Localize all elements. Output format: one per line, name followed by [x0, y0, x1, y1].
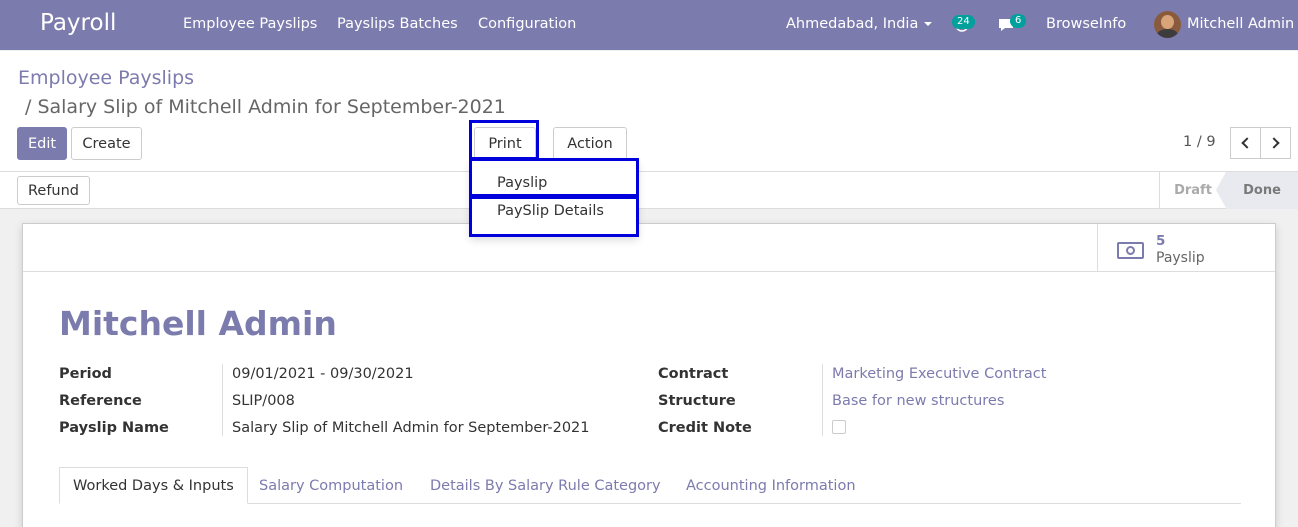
refund-button[interactable]: Refund — [17, 176, 90, 205]
user-avatar[interactable] — [1154, 11, 1181, 38]
message-count-badge: 6 — [1010, 14, 1027, 28]
user-name[interactable]: Mitchell Admin — [1187, 16, 1294, 32]
chevron-right-icon — [1268, 137, 1280, 149]
structure-label: Structure — [658, 393, 736, 409]
period-label: Period — [59, 366, 112, 382]
print-menu-item-payslip-details[interactable]: PaySlip Details — [497, 203, 604, 219]
form-sheet: 5 Payslip Mitchell Admin Period Referenc… — [22, 223, 1276, 527]
company-name: Ahmedabad, India — [786, 16, 919, 32]
activity-count-badge: 24 — [952, 15, 975, 29]
chevron-left-icon — [1241, 137, 1253, 149]
button-box: 5 Payslip — [23, 224, 1275, 272]
divider — [222, 364, 223, 436]
status-done: Done — [1216, 172, 1298, 209]
payslip-name-value: Salary Slip of Mitchell Admin for Septem… — [232, 420, 590, 436]
caret-down-icon — [924, 22, 933, 26]
pager-value[interactable]: 1 / 9 — [1183, 134, 1216, 150]
contract-label: Contract — [658, 366, 729, 382]
payslip-count: 5 — [1156, 233, 1166, 249]
action-button[interactable]: Action — [553, 127, 627, 160]
print-dropdown-menu: Payslip PaySlip Details — [470, 160, 638, 236]
period-value: 09/01/2021 - 09/30/2021 — [232, 366, 414, 382]
form-tabs: Worked Days & Inputs Salary Computation … — [59, 467, 1241, 504]
divider — [822, 364, 823, 436]
structure-link[interactable]: Base for new structures — [832, 393, 1004, 409]
browseinfo-link[interactable]: BrowseInfo — [1046, 16, 1126, 32]
breadcrumb-current: / Salary Slip of Mitchell Admin for Sept… — [25, 96, 506, 118]
create-button[interactable]: Create — [71, 127, 142, 160]
pager-next-button[interactable] — [1260, 127, 1291, 159]
reference-value: SLIP/008 — [232, 393, 295, 409]
tab-worked-days-inputs[interactable]: Worked Days & Inputs — [59, 467, 248, 504]
app-name[interactable]: Payroll — [40, 10, 116, 36]
credit-note-label: Credit Note — [658, 420, 752, 436]
payslip-count-button[interactable]: 5 Payslip — [1097, 224, 1275, 272]
company-switcher[interactable]: Ahmedabad, India — [786, 16, 933, 32]
payslip-name-label: Payslip Name — [59, 420, 169, 436]
tab-details-by-salary-rule-category[interactable]: Details By Salary Rule Category — [430, 467, 661, 504]
contract-link[interactable]: Marketing Executive Contract — [832, 366, 1046, 382]
print-button[interactable]: Print — [474, 127, 536, 160]
breadcrumb-parent[interactable]: Employee Payslips — [18, 67, 194, 89]
control-panel: Employee Payslips / Salary Slip of Mitch… — [0, 51, 1298, 172]
reference-label: Reference — [59, 393, 142, 409]
credit-note-checkbox[interactable] — [832, 420, 846, 434]
money-icon — [1117, 242, 1144, 259]
status-bar: Refund Draft Done — [0, 172, 1298, 209]
menu-configuration[interactable]: Configuration — [478, 16, 576, 32]
menu-payslips-batches[interactable]: Payslips Batches — [337, 16, 458, 32]
edit-button[interactable]: Edit — [17, 127, 67, 160]
top-navbar: Payroll Employee Payslips Payslips Batch… — [0, 0, 1298, 50]
tab-accounting-information[interactable]: Accounting Information — [686, 467, 856, 504]
employee-name-title: Mitchell Admin — [59, 304, 337, 343]
menu-employee-payslips[interactable]: Employee Payslips — [183, 16, 317, 32]
tab-salary-computation[interactable]: Salary Computation — [259, 467, 403, 504]
print-menu-item-payslip[interactable]: Payslip — [497, 175, 547, 191]
payslip-count-label: Payslip — [1156, 250, 1205, 266]
pager-previous-button[interactable] — [1230, 127, 1261, 159]
